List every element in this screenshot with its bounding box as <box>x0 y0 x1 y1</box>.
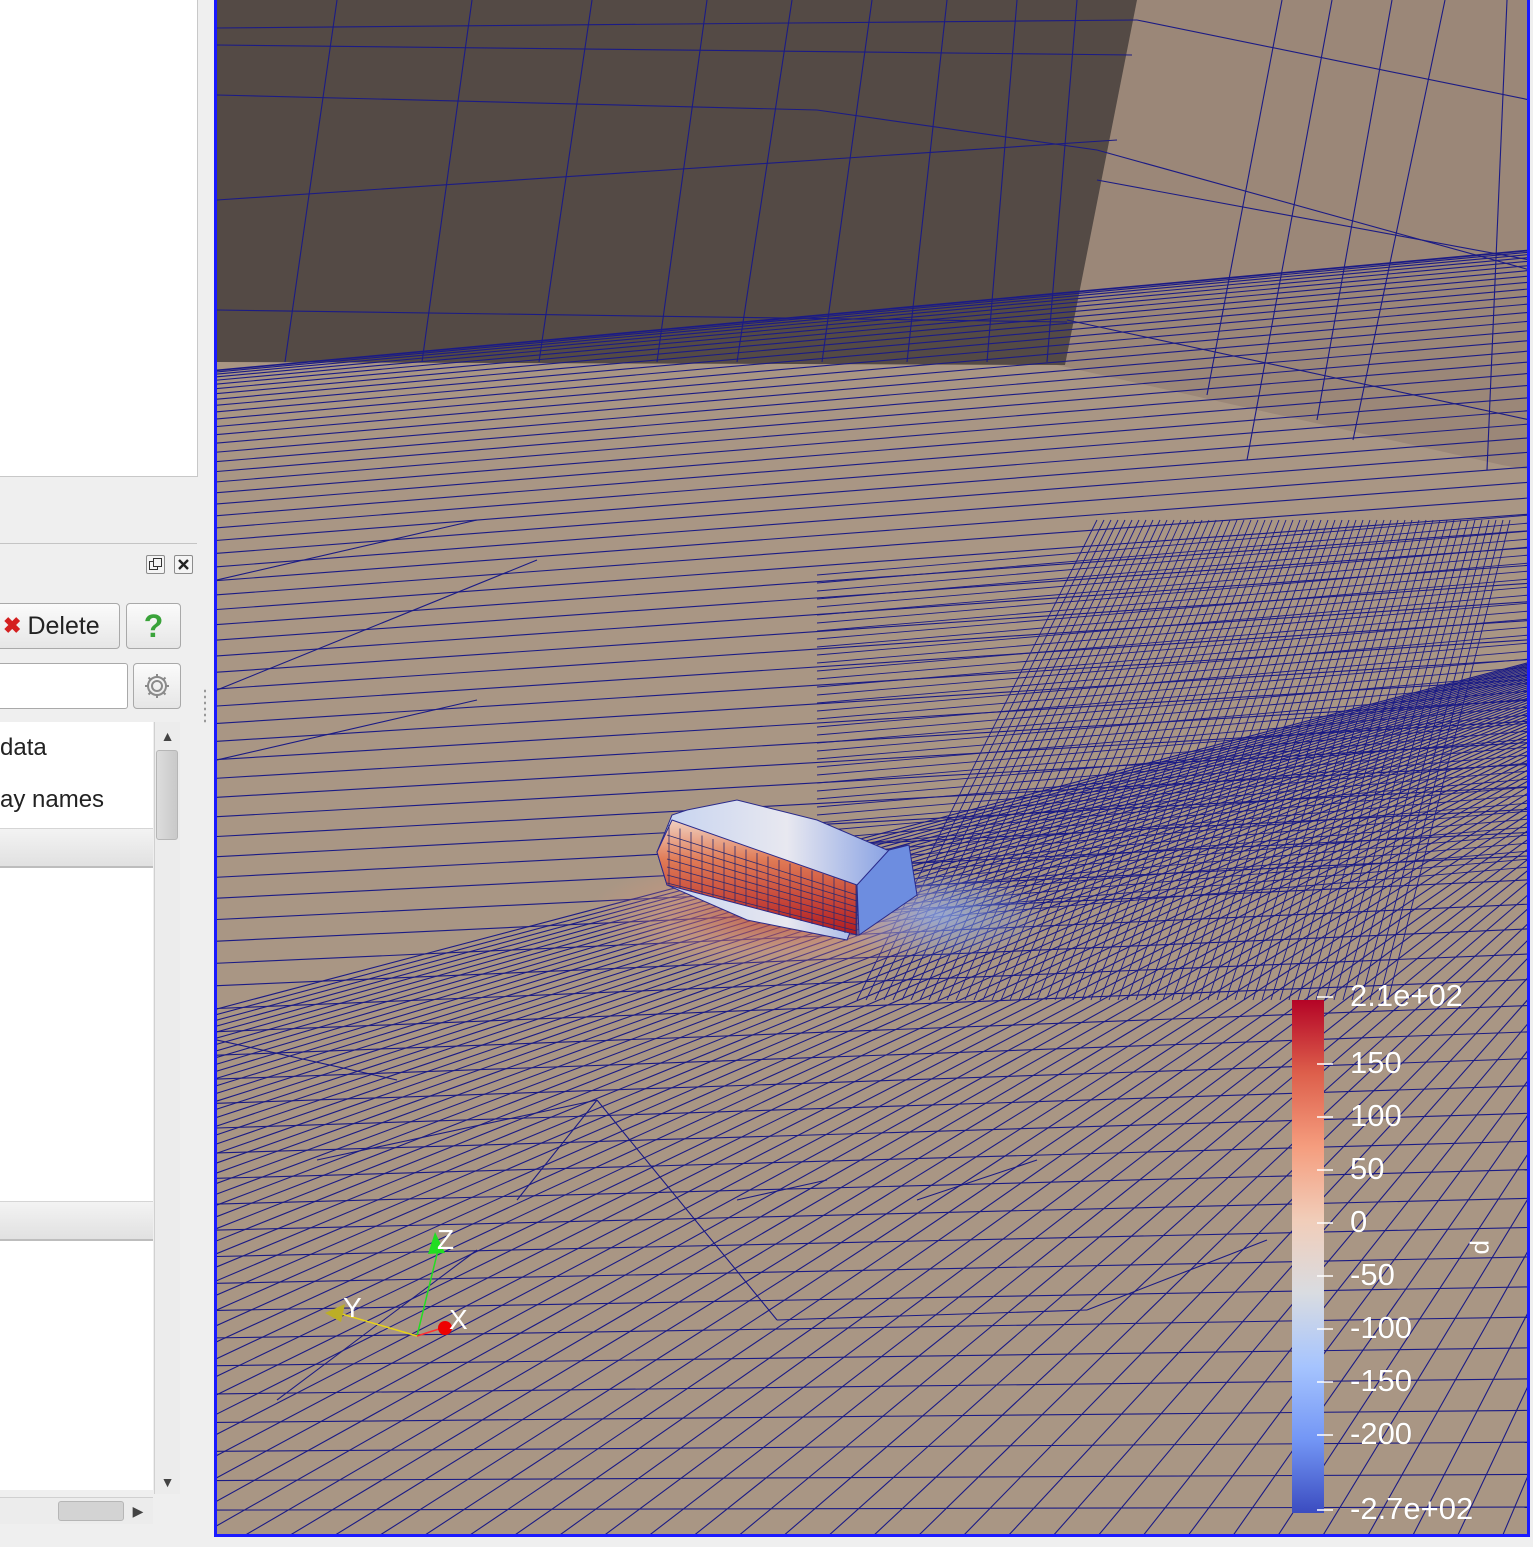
colorbar-tick-label: -50 <box>1350 1257 1395 1292</box>
colorbar-tick-label: -200 <box>1350 1416 1413 1451</box>
delete-button[interactable]: ✖ Delete <box>0 603 120 649</box>
colorbar-min-label: -2.7e+02 <box>1350 1491 1474 1526</box>
vertical-scrollbar[interactable]: ▲ ▼ <box>154 722 180 1494</box>
mesh-scene <box>217 0 1527 1534</box>
horizontal-scrollbar[interactable]: ▶ <box>0 1497 153 1524</box>
scroll-right-icon[interactable]: ▶ <box>128 1499 148 1523</box>
float-dock-icon[interactable] <box>146 555 165 574</box>
back-wall-dark <box>217 0 1137 365</box>
scrollbar-thumb[interactable] <box>156 750 178 840</box>
y-axis-label: Y <box>343 1292 362 1323</box>
colorbar-max-label: 2.1e+02 <box>1350 978 1463 1013</box>
scroll-down-icon[interactable]: ▼ <box>155 1470 180 1494</box>
render-view[interactable]: Z Y X 2.1e+02 150 100 50 0 -50 -100 -150… <box>214 0 1530 1537</box>
colorbar-tick-label: 0 <box>1350 1204 1368 1239</box>
splitter-handle[interactable] <box>203 688 207 724</box>
delete-button-label: Delete <box>27 611 100 640</box>
properties-panel: data ay names <box>0 722 153 1490</box>
property-group-header[interactable] <box>0 828 153 868</box>
left-dock-panel: ✖ Delete ? data ay names ▲ ▼ ▶ <box>0 0 212 1547</box>
gear-icon <box>145 674 169 698</box>
property-row[interactable]: data <box>0 734 47 762</box>
scrollbar-thumb[interactable] <box>58 1501 124 1521</box>
help-icon: ? <box>143 608 164 644</box>
colorbar-array-name: p <box>1469 1240 1499 1255</box>
colorbar-tick-label: 150 <box>1350 1045 1402 1080</box>
property-row[interactable]: ay names <box>0 786 104 814</box>
colorbar-tick-label: -150 <box>1350 1363 1413 1398</box>
colorbar-tick-label: -100 <box>1350 1310 1413 1345</box>
z-axis-label: Z <box>437 1224 455 1255</box>
colorbar-tick-label: 50 <box>1350 1151 1385 1186</box>
close-dock-icon[interactable] <box>174 555 193 574</box>
delete-icon: ✖ <box>3 613 22 638</box>
pipeline-browser[interactable] <box>0 0 198 477</box>
dock-separator <box>0 543 197 544</box>
property-group-header[interactable] <box>0 1201 153 1241</box>
help-button[interactable]: ? <box>126 603 181 649</box>
colorbar-gradient <box>1292 1000 1324 1513</box>
scroll-up-icon[interactable]: ▲ <box>155 724 180 748</box>
properties-search-input[interactable] <box>0 663 128 709</box>
advanced-settings-button[interactable] <box>133 663 181 709</box>
colorbar-tick-label: 100 <box>1350 1098 1402 1133</box>
x-axis-label: X <box>449 1304 468 1335</box>
